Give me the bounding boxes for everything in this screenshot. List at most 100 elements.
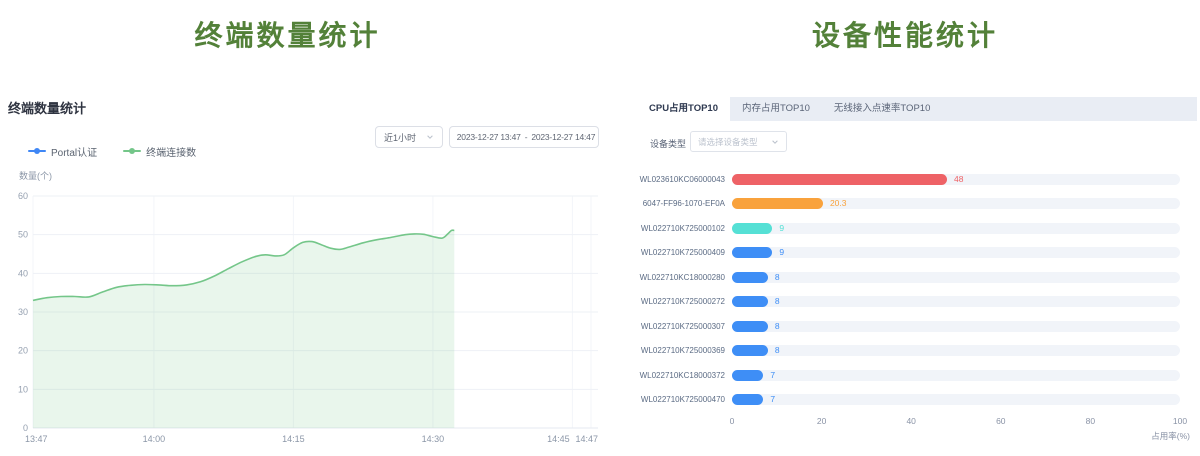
bar-row: 6047-FF96-1070-EF0A 20.3 xyxy=(637,192,1180,217)
bar-track: 9 xyxy=(732,223,1180,234)
bar-category-label: WL022710K725000272 xyxy=(637,297,732,306)
svg-text:14:15: 14:15 xyxy=(282,434,305,444)
bar[interactable] xyxy=(732,345,768,356)
device-type-label: 设备类型 xyxy=(650,137,686,150)
bar-background xyxy=(732,321,1180,332)
device-type-placeholder: 请选择设备类型 xyxy=(698,136,758,148)
bar-row: WL022710KC18000372 7 xyxy=(637,363,1180,388)
x-tick-label: 60 xyxy=(996,416,1005,426)
y-axis-label: 数量(个) xyxy=(19,169,52,182)
bar-background xyxy=(732,272,1180,283)
cpu-top10-chart: WL023610KC06000043 48 6047-FF96-1070-EF0A 2… xyxy=(637,167,1180,430)
bar-value-label: 9 xyxy=(779,247,784,258)
bar-track: 48 xyxy=(732,174,1180,185)
date-end: 2023-12-27 14:47 xyxy=(531,132,595,142)
x-tick-label: 40 xyxy=(906,416,915,426)
chart-legend: Portal认证 终端连接数 xyxy=(28,144,196,158)
svg-text:20: 20 xyxy=(18,346,28,356)
chevron-down-icon xyxy=(426,133,434,141)
svg-text:14:30: 14:30 xyxy=(422,434,445,444)
bar-category-label: WL022710K725000470 xyxy=(637,395,732,404)
y-tick-labels: 0102030405060 xyxy=(18,191,28,433)
bar-row: WL022710KC18000280 8 xyxy=(637,265,1180,290)
legend-marker-icon xyxy=(28,150,46,152)
date-start: 2023-12-27 13:47 xyxy=(457,132,521,142)
bar-value-label: 8 xyxy=(775,321,780,332)
performance-tabbar: CPU占用TOP10内存占用TOP10无线接入点速率TOP10 xyxy=(637,97,1197,121)
bar[interactable] xyxy=(732,370,763,381)
date-separator: - xyxy=(525,132,528,142)
bar-value-label: 20.3 xyxy=(830,198,847,209)
bar-category-label: WL022710K725000409 xyxy=(637,248,732,257)
bar-category-label: WL022710K725000102 xyxy=(637,224,732,233)
x-axis-label: 占用率(%) xyxy=(1080,430,1190,442)
bar-row: WL022710K725000470 7 xyxy=(637,388,1180,413)
bar-category-label: WL022710KC18000372 xyxy=(637,371,732,380)
bar-value-label: 7 xyxy=(770,394,775,405)
svg-text:0: 0 xyxy=(23,423,28,433)
right-section-title: 设备性能统计 xyxy=(620,14,1190,54)
bar-row: WL022710K725000102 9 xyxy=(637,216,1180,241)
bar-category-label: WL022710K725000369 xyxy=(637,346,732,355)
x-tick-labels: 13:4714:0014:1514:3014:4514:47 xyxy=(25,434,598,444)
left-section-title: 终端数量统计 xyxy=(0,14,575,54)
x-tick-label: 20 xyxy=(817,416,826,426)
series-area xyxy=(33,230,454,428)
bar[interactable] xyxy=(732,272,768,283)
svg-text:10: 10 xyxy=(18,384,28,394)
svg-text:14:47: 14:47 xyxy=(575,434,598,444)
tab-wireless-rate-top10[interactable]: 无线接入点速率TOP10 xyxy=(822,97,942,121)
time-range-select[interactable]: 近1小时 xyxy=(375,126,443,148)
bar[interactable] xyxy=(732,174,947,185)
legend-item[interactable]: 终端连接数 xyxy=(123,144,196,159)
chevron-down-icon xyxy=(771,138,779,146)
legend-label: Portal认证 xyxy=(51,144,97,159)
tab-memory-top10[interactable]: 内存占用TOP10 xyxy=(730,97,822,121)
device-type-select[interactable]: 请选择设备类型 xyxy=(690,131,787,152)
bar-background xyxy=(732,247,1180,258)
svg-text:60: 60 xyxy=(18,191,28,201)
svg-text:40: 40 xyxy=(18,268,28,278)
bar-category-label: WL022710KC18000280 xyxy=(637,273,732,282)
bar-category-label: WL022710K725000307 xyxy=(637,322,732,331)
bar-background xyxy=(732,345,1180,356)
x-axis-ticks: 020406080100 xyxy=(732,416,1180,430)
bar[interactable] xyxy=(732,394,763,405)
x-tick-label: 80 xyxy=(1086,416,1095,426)
bar-category-label: WL023610KC06000043 xyxy=(637,175,732,184)
bar-background xyxy=(732,394,1180,405)
bar-value-label: 48 xyxy=(954,174,963,185)
bar[interactable] xyxy=(732,247,772,258)
bar[interactable] xyxy=(732,296,768,307)
bar-track: 8 xyxy=(732,296,1180,307)
svg-text:30: 30 xyxy=(18,307,28,317)
tab-cpu-top10[interactable]: CPU占用TOP10 xyxy=(637,97,730,121)
bar-track: 8 xyxy=(732,345,1180,356)
bar[interactable] xyxy=(732,223,772,234)
svg-text:14:00: 14:00 xyxy=(143,434,166,444)
bar[interactable] xyxy=(732,198,823,209)
svg-text:13:47: 13:47 xyxy=(25,434,48,444)
bar-value-label: 8 xyxy=(775,296,780,307)
bar-background xyxy=(732,296,1180,307)
bar[interactable] xyxy=(732,321,768,332)
x-tick-label: 100 xyxy=(1173,416,1187,426)
bar-track: 20.3 xyxy=(732,198,1180,209)
bar-row: WL022710K725000307 8 xyxy=(637,314,1180,339)
legend-item[interactable]: Portal认证 xyxy=(28,144,97,159)
bar-value-label: 7 xyxy=(770,370,775,381)
bar-background xyxy=(732,370,1180,381)
bar-value-label: 8 xyxy=(775,272,780,283)
terminal-count-chart[interactable]: 010203040506013:4714:0014:1514:3014:4514… xyxy=(0,185,620,450)
bar-track: 8 xyxy=(732,321,1180,332)
legend-marker-icon xyxy=(123,150,141,152)
bar-track: 9 xyxy=(732,247,1180,258)
bar-category-label: 6047-FF96-1070-EF0A xyxy=(637,199,732,208)
bar-row: WL022710K725000272 8 xyxy=(637,290,1180,315)
bar-track: 8 xyxy=(732,272,1180,283)
date-range-picker[interactable]: 2023-12-27 13:47 - 2023-12-27 14:47 xyxy=(449,126,599,148)
bar-row: WL023610KC06000043 48 xyxy=(637,167,1180,192)
bar-value-label: 9 xyxy=(779,223,784,234)
bar-row: WL022710K725000409 9 xyxy=(637,241,1180,266)
bar-row: WL022710K7250003698 xyxy=(637,339,1180,364)
